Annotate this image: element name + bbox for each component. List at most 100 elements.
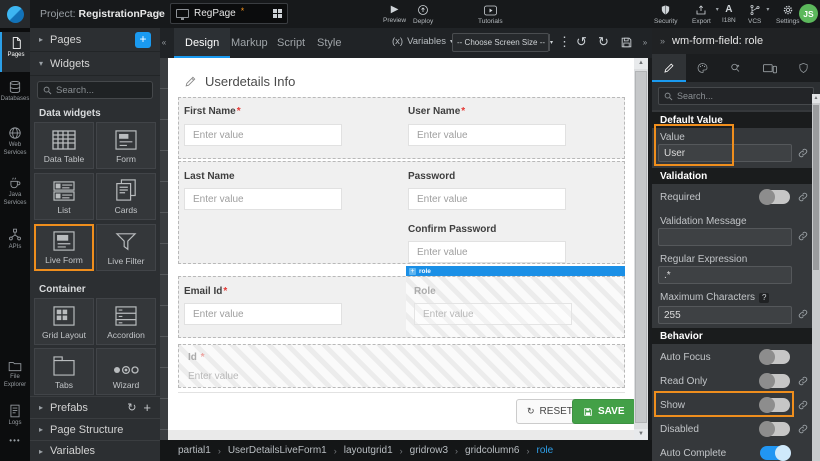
redo-icon[interactable]: ↻ bbox=[598, 34, 609, 50]
widget-live-form[interactable]: Live Form bbox=[34, 224, 94, 271]
prefabs-section-header[interactable]: ▸ Prefabs ↻ + bbox=[30, 396, 160, 418]
bind-link-icon[interactable] bbox=[798, 231, 808, 241]
collapse-right-icon[interactable]: » bbox=[640, 38, 650, 47]
validation-message-input[interactable] bbox=[658, 228, 792, 246]
settings-button[interactable]: Settings ▾ bbox=[776, 2, 800, 27]
more-options-icon[interactable]: ••• bbox=[0, 436, 30, 445]
screen-size-select[interactable]: -- Choose Screen Size -- ▾ bbox=[452, 33, 549, 52]
bind-link-icon[interactable] bbox=[798, 148, 808, 158]
password-input[interactable] bbox=[408, 188, 566, 210]
edit-pencil-icon[interactable] bbox=[184, 75, 197, 88]
confirm-password-input[interactable] bbox=[408, 241, 566, 263]
widget-label: Grid Layout bbox=[42, 330, 86, 340]
tab-security[interactable] bbox=[786, 54, 820, 82]
i18n-button[interactable]: A I18N bbox=[722, 2, 736, 27]
inspector-search-input[interactable] bbox=[677, 91, 808, 101]
more-actions-kebab-icon[interactable]: ⋮ bbox=[558, 34, 571, 50]
email-input[interactable] bbox=[184, 303, 342, 325]
breadcrumb-item-gridrow[interactable]: gridrow3 bbox=[410, 445, 448, 456]
show-toggle[interactable] bbox=[760, 398, 790, 412]
bind-link-icon[interactable] bbox=[798, 192, 808, 202]
widget-data-table[interactable]: Data Table bbox=[34, 122, 94, 169]
widget-search-input[interactable] bbox=[56, 85, 147, 96]
widgets-section-header[interactable]: ▾ Widgets bbox=[30, 52, 160, 76]
sidebar-item-pages[interactable]: Pages bbox=[0, 32, 30, 72]
preview-button[interactable]: ▶ Preview bbox=[383, 2, 406, 27]
add-page-button[interactable]: + bbox=[135, 32, 151, 48]
canvas-scrollbar-thumb[interactable] bbox=[635, 71, 647, 423]
sidebar-item-web-services[interactable]: Web Services bbox=[0, 122, 30, 168]
breadcrumb-item-layoutgrid[interactable]: layoutgrid1 bbox=[344, 445, 393, 456]
tab-style[interactable]: Style bbox=[306, 28, 352, 58]
widget-live-filter[interactable]: Live Filter bbox=[96, 224, 156, 271]
help-icon[interactable]: ? bbox=[759, 293, 769, 303]
widget-tabs[interactable]: Tabs bbox=[34, 348, 94, 395]
first-name-input[interactable] bbox=[184, 124, 342, 146]
wavemaker-logo[interactable] bbox=[0, 0, 30, 28]
breadcrumb-item-role[interactable]: role bbox=[537, 445, 554, 456]
security-button[interactable]: Security bbox=[654, 2, 677, 27]
canvas-scrollbar[interactable]: ▲ ▼ bbox=[634, 58, 648, 440]
export-button[interactable]: Export ▾ bbox=[692, 2, 711, 27]
sidebar-item-logs[interactable]: Logs bbox=[0, 400, 30, 436]
required-star: * bbox=[461, 106, 465, 117]
read-only-toggle[interactable] bbox=[760, 374, 790, 388]
disabled-toggle[interactable] bbox=[760, 422, 790, 436]
add-prefab-icon[interactable]: + bbox=[143, 400, 151, 415]
widget-cards[interactable]: Cards bbox=[96, 173, 156, 220]
breadcrumb-item-partial1[interactable]: partial1 bbox=[178, 445, 211, 456]
pages-section-header[interactable]: ▸ Pages + bbox=[30, 28, 160, 52]
user-avatar[interactable]: JS bbox=[799, 4, 818, 23]
last-name-input[interactable] bbox=[184, 188, 342, 210]
regular-expression-input[interactable] bbox=[658, 266, 792, 284]
undo-icon[interactable]: ↺ bbox=[576, 34, 587, 50]
scroll-down-icon[interactable]: ▼ bbox=[634, 429, 648, 440]
bind-link-icon[interactable] bbox=[798, 309, 808, 319]
bind-link-icon[interactable] bbox=[798, 376, 808, 386]
save-markup-icon[interactable] bbox=[620, 36, 633, 49]
collapse-left-icon[interactable]: « bbox=[159, 38, 169, 47]
widget-list[interactable]: List bbox=[34, 173, 94, 220]
tab-properties[interactable] bbox=[652, 54, 686, 82]
vcs-button[interactable]: VCS ▾ bbox=[748, 2, 761, 27]
sidebar-item-file-explorer[interactable]: File Explorer bbox=[0, 356, 30, 398]
collapse-panel-icon[interactable]: » bbox=[660, 36, 665, 46]
tab-events[interactable] bbox=[719, 54, 753, 82]
tab-devices[interactable] bbox=[753, 54, 787, 82]
page-structure-section-header[interactable]: ▸ Page Structure bbox=[30, 418, 160, 440]
auto-focus-toggle[interactable] bbox=[760, 350, 790, 364]
inspector-scrollbar[interactable]: ▲ bbox=[812, 94, 820, 461]
maximum-characters-input[interactable] bbox=[658, 306, 792, 324]
bind-link-icon[interactable] bbox=[798, 400, 808, 410]
auto-complete-toggle[interactable] bbox=[760, 446, 790, 460]
role-input[interactable] bbox=[414, 303, 572, 325]
form-row-id[interactable] bbox=[178, 344, 625, 388]
variables-dropdown[interactable]: (x) Variables ▾ bbox=[392, 36, 453, 47]
inspector-scrollbar-thumb[interactable] bbox=[813, 105, 819, 270]
breadcrumb-item-gridcolumn[interactable]: gridcolumn6 bbox=[465, 445, 519, 456]
tab-styles[interactable] bbox=[686, 54, 720, 82]
variables-section-header[interactable]: ▸ Variables bbox=[30, 440, 160, 461]
widget-form[interactable]: Form bbox=[96, 122, 156, 169]
value-input[interactable] bbox=[658, 144, 792, 162]
widget-wizard[interactable]: Wizard bbox=[96, 348, 156, 395]
bind-link-icon[interactable] bbox=[798, 424, 808, 434]
sidebar-item-databases[interactable]: Databases bbox=[0, 76, 30, 118]
page-tab-regpage[interactable]: RegPage * bbox=[170, 3, 288, 24]
deploy-button[interactable]: Deploy bbox=[413, 2, 433, 27]
refresh-prefabs-icon[interactable]: ↻ bbox=[127, 401, 136, 414]
sidebar-item-java-services[interactable]: Java Services bbox=[0, 172, 30, 218]
widget-accordion[interactable]: Accordion bbox=[96, 298, 156, 345]
save-button[interactable]: SAVE bbox=[572, 399, 636, 424]
scroll-up-icon[interactable]: ▲ bbox=[812, 94, 820, 103]
user-name-input[interactable] bbox=[408, 124, 566, 146]
sidebar-item-apis[interactable]: APIs bbox=[0, 224, 30, 264]
design-canvas[interactable]: Userdetails Info First Name* User Name* … bbox=[168, 58, 634, 440]
breadcrumb-item-form[interactable]: UserDetailsLiveForm1 bbox=[228, 445, 327, 456]
grid-icon[interactable] bbox=[273, 9, 282, 18]
scroll-up-icon[interactable]: ▲ bbox=[634, 58, 648, 69]
tutorials-button[interactable]: Tutorials bbox=[478, 2, 503, 27]
required-toggle[interactable] bbox=[760, 190, 790, 204]
selected-widget-bar-role[interactable]: + role bbox=[406, 266, 625, 276]
widget-grid-layout[interactable]: Grid Layout bbox=[34, 298, 94, 345]
